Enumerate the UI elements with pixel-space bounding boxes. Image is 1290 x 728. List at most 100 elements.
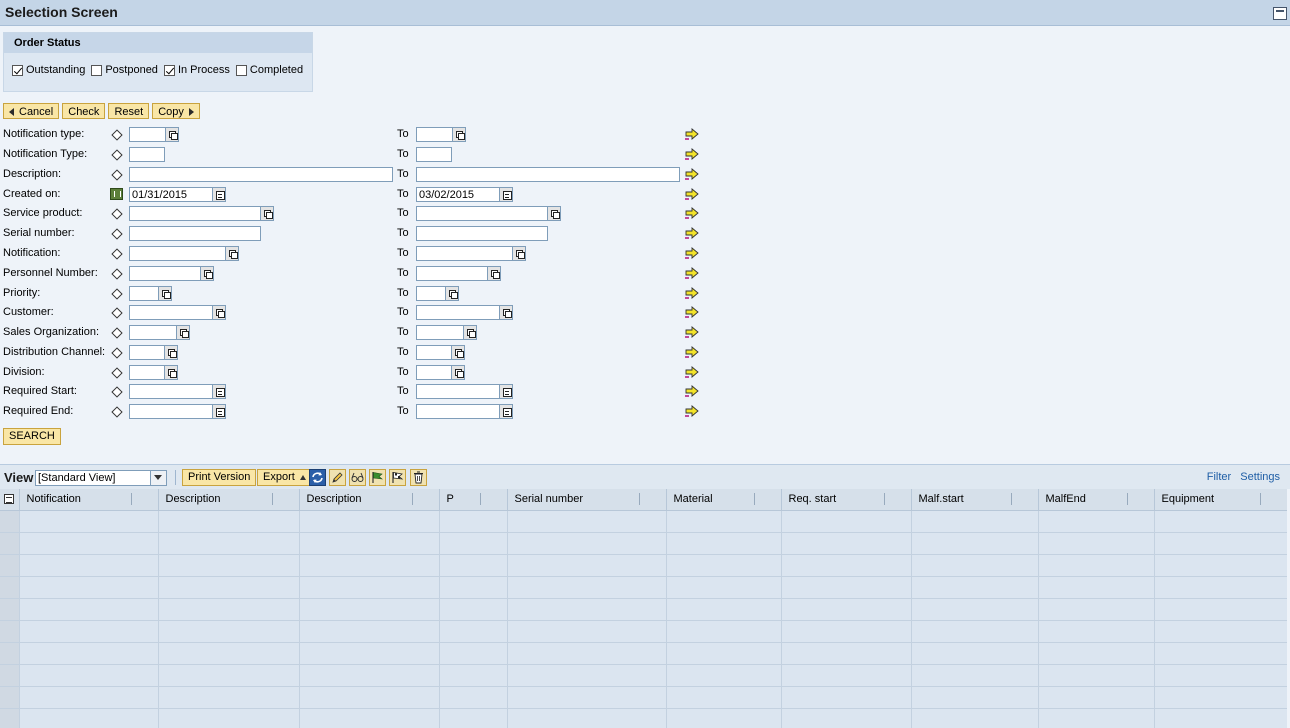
- table-cell[interactable]: [507, 642, 667, 665]
- column-header[interactable]: Description: [158, 489, 300, 511]
- table-cell[interactable]: [19, 576, 159, 599]
- multiple-selection-arrow-icon[interactable]: [685, 326, 699, 338]
- table-cell[interactable]: [1038, 598, 1155, 621]
- field-from-input[interactable]: [129, 127, 166, 142]
- column-header[interactable]: Req. start: [781, 489, 912, 511]
- table-cell[interactable]: [1038, 664, 1155, 687]
- calendar-icon[interactable]: [499, 187, 513, 202]
- table-cell[interactable]: [19, 642, 159, 665]
- table-cell[interactable]: [666, 532, 782, 555]
- table-cell[interactable]: [299, 664, 440, 687]
- row-selector[interactable]: [0, 576, 20, 599]
- selection-option-icon[interactable]: [111, 149, 123, 161]
- table-cell[interactable]: [158, 532, 300, 555]
- field-from-input[interactable]: [129, 365, 165, 380]
- field-to-input[interactable]: [416, 147, 452, 162]
- field-to-input[interactable]: [416, 286, 446, 301]
- row-selector[interactable]: [0, 664, 20, 687]
- selection-option-icon[interactable]: [111, 288, 123, 300]
- value-help-icon[interactable]: [451, 345, 465, 360]
- table-cell[interactable]: [507, 532, 667, 555]
- value-help-icon[interactable]: [164, 345, 178, 360]
- table-cell[interactable]: [1154, 620, 1287, 643]
- table-cell[interactable]: [439, 642, 508, 665]
- multiple-selection-arrow-icon[interactable]: [685, 346, 699, 358]
- table-cell[interactable]: [158, 554, 300, 577]
- checkbox-postponed[interactable]: [91, 64, 103, 76]
- table-cell[interactable]: [1038, 532, 1155, 555]
- flag-checkered-icon[interactable]: [389, 469, 406, 486]
- table-cell[interactable]: [911, 532, 1039, 555]
- table-cell[interactable]: [158, 708, 300, 728]
- calendar-icon[interactable]: [212, 404, 226, 419]
- table-cell[interactable]: [1038, 510, 1155, 533]
- field-to-input[interactable]: [416, 365, 452, 380]
- multiple-selection-arrow-icon[interactable]: [685, 267, 699, 279]
- row-selector[interactable]: [0, 554, 20, 577]
- field-from-input[interactable]: [129, 305, 213, 320]
- table-cell[interactable]: [1154, 664, 1287, 687]
- status-completed[interactable]: Completed: [235, 64, 303, 76]
- table-cell[interactable]: [666, 686, 782, 709]
- table-cell[interactable]: [1038, 620, 1155, 643]
- value-help-icon[interactable]: [158, 286, 172, 301]
- table-cell[interactable]: [507, 708, 667, 728]
- search-button[interactable]: SEARCH: [3, 428, 61, 445]
- table-cell[interactable]: [911, 708, 1039, 728]
- table-cell[interactable]: [1154, 642, 1287, 665]
- field-from-input[interactable]: [129, 246, 226, 261]
- multiple-selection-arrow-icon[interactable]: [685, 168, 699, 180]
- table-cell[interactable]: [299, 532, 440, 555]
- table-cell[interactable]: [439, 620, 508, 643]
- field-to-input[interactable]: [416, 325, 464, 340]
- table-cell[interactable]: [158, 620, 300, 643]
- table-cell[interactable]: [299, 620, 440, 643]
- table-cell[interactable]: [1038, 554, 1155, 577]
- field-from-input[interactable]: [129, 206, 261, 221]
- calendar-icon[interactable]: [499, 384, 513, 399]
- table-cell[interactable]: [19, 532, 159, 555]
- table-cell[interactable]: [666, 664, 782, 687]
- table-row[interactable]: [0, 510, 1287, 533]
- column-header[interactable]: Malf.start: [911, 489, 1039, 511]
- multiple-selection-arrow-icon[interactable]: [685, 207, 699, 219]
- table-cell[interactable]: [158, 642, 300, 665]
- selection-option-icon[interactable]: [111, 327, 123, 339]
- reset-button[interactable]: Reset: [108, 103, 150, 119]
- copy-button[interactable]: Copy: [152, 103, 200, 119]
- table-cell[interactable]: [439, 686, 508, 709]
- flag-green-icon[interactable]: [369, 469, 386, 486]
- table-cell[interactable]: [1154, 554, 1287, 577]
- refresh-icon[interactable]: [309, 469, 326, 486]
- table-cell[interactable]: [439, 708, 508, 728]
- table-cell[interactable]: [19, 510, 159, 533]
- table-cell[interactable]: [507, 620, 667, 643]
- table-cell[interactable]: [1154, 576, 1287, 599]
- field-to-input[interactable]: [416, 127, 453, 142]
- multiple-selection-arrow-icon[interactable]: [685, 405, 699, 417]
- field-to-input[interactable]: [416, 226, 548, 241]
- table-row[interactable]: [0, 686, 1287, 709]
- check-button[interactable]: Check: [62, 103, 106, 119]
- table-cell[interactable]: [666, 620, 782, 643]
- filter-link[interactable]: Filter: [1207, 471, 1231, 483]
- field-from-input[interactable]: [129, 384, 213, 399]
- column-header[interactable]: Equipment: [1154, 489, 1287, 511]
- table-cell[interactable]: [781, 532, 912, 555]
- table-cell[interactable]: [911, 664, 1039, 687]
- multiple-selection-arrow-icon[interactable]: [685, 247, 699, 259]
- checkbox-in-process[interactable]: [163, 64, 175, 76]
- field-from-input[interactable]: [129, 286, 159, 301]
- table-cell[interactable]: [666, 510, 782, 533]
- row-selector[interactable]: [0, 642, 20, 665]
- glasses-icon[interactable]: [349, 469, 366, 486]
- field-from-input[interactable]: 01/31/2015: [129, 187, 213, 202]
- value-help-icon[interactable]: [212, 305, 226, 320]
- table-cell[interactable]: [781, 554, 912, 577]
- value-help-icon[interactable]: [200, 266, 214, 281]
- table-row[interactable]: [0, 532, 1287, 555]
- table-cell[interactable]: [911, 554, 1039, 577]
- multiple-selection-arrow-icon[interactable]: [685, 227, 699, 239]
- export-button[interactable]: Export: [257, 469, 312, 486]
- edit-pencil-icon[interactable]: [329, 469, 346, 486]
